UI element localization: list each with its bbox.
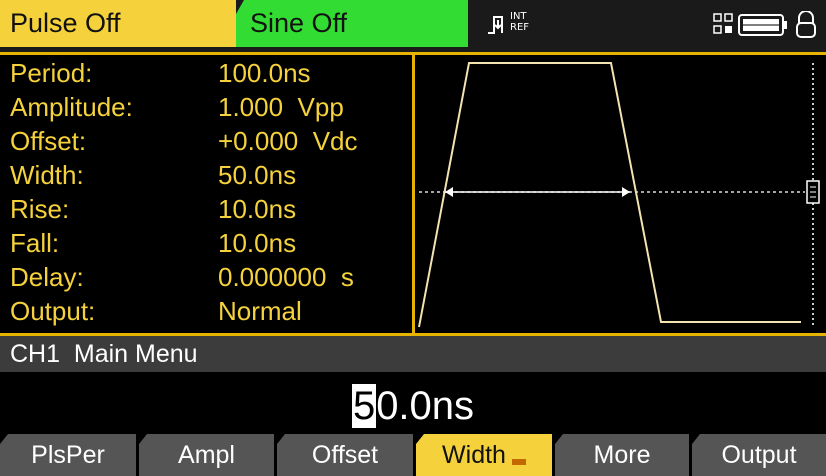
softkey-ampl[interactable]: Ampl: [139, 434, 274, 476]
softkey-label: Ampl: [178, 441, 235, 469]
param-row-period[interactable]: Period: 100.0ns: [10, 59, 410, 88]
softkey-output[interactable]: Output: [692, 434, 826, 476]
param-value: 1.000 Vpp: [218, 92, 344, 122]
entry-value-rest: 0.0ns: [376, 384, 475, 428]
channel2-tab-label: Sine Off: [250, 8, 348, 38]
channel2-tab[interactable]: Sine Off: [236, 0, 468, 47]
param-value: Normal: [218, 296, 302, 326]
channel1-tab-label: Pulse Off: [10, 8, 121, 38]
param-label: Amplitude:: [10, 92, 133, 122]
param-value: 0.000000 s: [218, 262, 354, 292]
param-row-offset[interactable]: Offset: +0.000 Vdc: [10, 127, 410, 156]
param-row-amplitude[interactable]: Amplitude: 1.000 Vpp: [10, 93, 410, 122]
param-label: Width:: [10, 160, 84, 190]
param-row-delay[interactable]: Delay: 0.000000 s: [10, 263, 410, 292]
parameter-panel: Period: 100.0ns Amplitude: 1.000 Vpp Off…: [0, 55, 412, 333]
scroll-indicator-icon[interactable]: [806, 180, 820, 204]
param-row-output[interactable]: Output: Normal: [10, 297, 410, 326]
softkey-label: Width: [442, 441, 506, 469]
battery-icon: [738, 14, 787, 36]
softkey-label: PlsPer: [31, 441, 105, 469]
param-label: Rise:: [10, 194, 70, 224]
softkey-width[interactable]: Width: [416, 434, 552, 476]
param-row-rise[interactable]: Rise: 10.0ns: [10, 195, 410, 224]
param-value: 50.0ns: [218, 160, 297, 190]
softkey-label: Output: [721, 441, 797, 469]
clock-ref-label: REF: [510, 22, 530, 33]
lock-icon: [796, 11, 816, 38]
softkey-plsper[interactable]: PlsPer: [0, 434, 136, 476]
param-label: Output:: [10, 296, 96, 326]
softkey-label: More: [593, 441, 651, 469]
param-label: Fall:: [10, 228, 60, 258]
menu-title-bar: CH1 Main Menu: [0, 336, 826, 372]
softkey-label: Offset: [311, 441, 379, 469]
menu-title: CH1 Main Menu: [10, 340, 198, 368]
param-row-fall[interactable]: Fall: 10.0ns: [10, 229, 410, 258]
param-label: Delay:: [10, 262, 84, 292]
entry-cursor-digit: 5: [351, 384, 377, 428]
channel1-tab[interactable]: Pulse Off: [0, 0, 236, 47]
clock-int-label: INT: [510, 11, 527, 22]
param-label: Offset:: [10, 126, 87, 156]
softkey-offset[interactable]: Offset: [277, 434, 413, 476]
width-marker-right-arrow: [622, 187, 630, 197]
softkey-bar: PlsPer Ampl Offset Width More Output: [0, 434, 826, 476]
pulse-waveform-trace: [418, 62, 801, 328]
param-value: 10.0ns: [218, 228, 297, 258]
param-value: +0.000 Vdc: [218, 126, 358, 156]
entry-value-field[interactable]: 50.0ns: [0, 382, 826, 430]
clock-indicator: INT REF: [486, 10, 546, 40]
usb-icon: [713, 13, 733, 34]
param-value: 100.0ns: [218, 58, 311, 88]
pulse-clock-icon: [488, 16, 503, 34]
param-value: 10.0ns: [218, 194, 297, 224]
param-row-width[interactable]: Width: 50.0ns: [10, 161, 410, 190]
waveform-preview: [418, 62, 820, 328]
param-label: Period:: [10, 58, 93, 88]
softkey-more[interactable]: More: [555, 434, 689, 476]
status-icons: [712, 10, 822, 40]
dropdown-marker-icon: [511, 459, 526, 465]
